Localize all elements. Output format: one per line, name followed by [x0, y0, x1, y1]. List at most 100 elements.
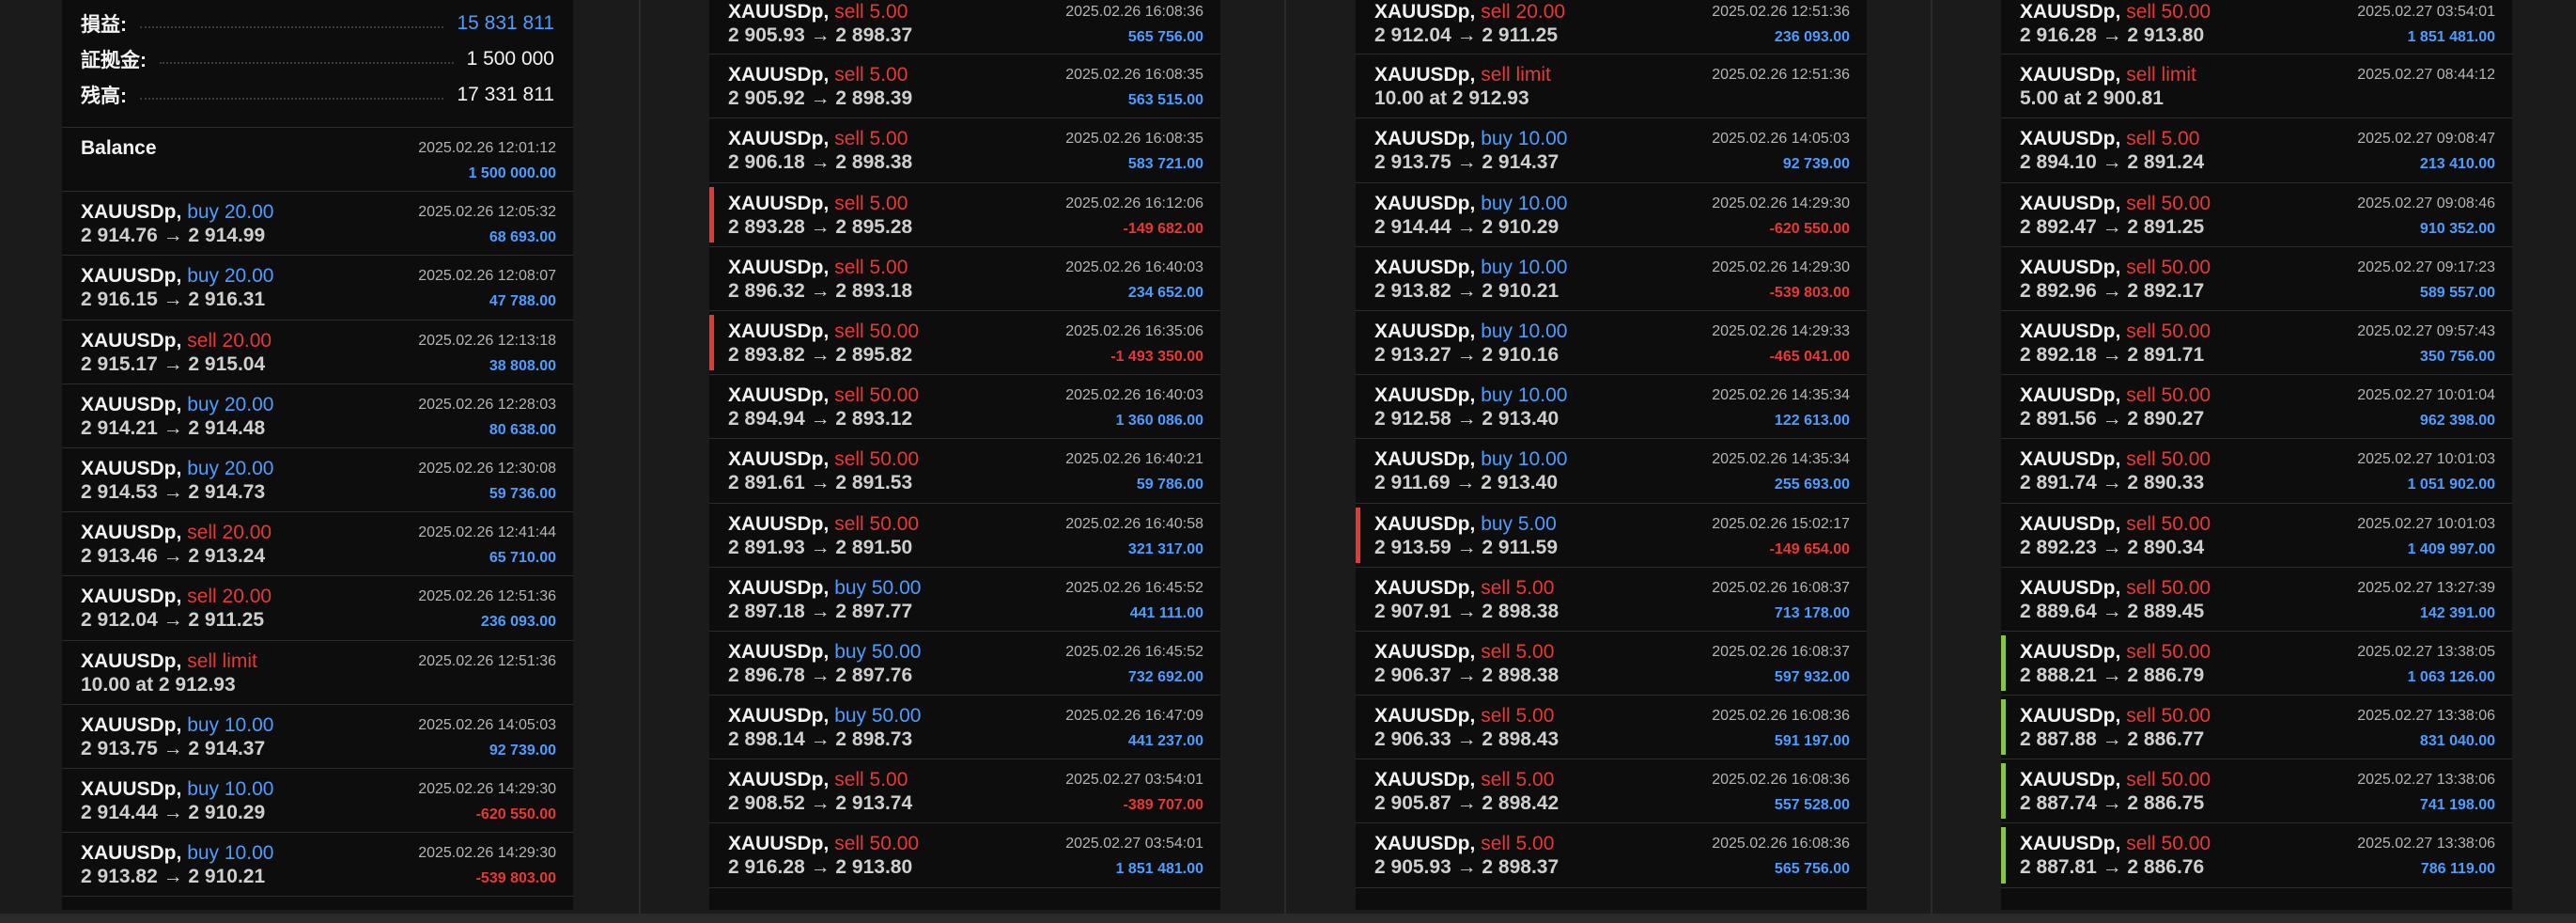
- trade-row[interactable]: XAUUSDp, buy 10.00 2 913.75 → 2 914.37 202…: [1356, 118, 1867, 183]
- trade-profit: 1 063 126.00: [2407, 668, 2495, 685]
- trade-profit: 786 119.00: [2420, 861, 2495, 878]
- trade-price-detail: 2 913.46 → 2 913.24: [81, 545, 266, 568]
- trade-row[interactable]: XAUUSDp, buy 10.00 2 913.27 → 2 910.16 202…: [1356, 311, 1867, 376]
- trade-action: sell 50.00: [2126, 1, 2211, 23]
- trade-row[interactable]: XAUUSDp, sell 50.00 2 887.81 → 2 886.76 20…: [2001, 823, 2512, 888]
- history-panel-2[interactable]: XAUUSDp, sell 5.00 2 905.93 → 2 898.37 202…: [709, 0, 1220, 910]
- trade-row[interactable]: XAUUSDp, buy 10.00 2 913.82 → 2 910.21 202…: [1356, 247, 1867, 311]
- trade-row[interactable]: XAUUSDp, sell 50.00 2 892.23 → 2 890.34 20…: [2001, 504, 2512, 568]
- trade-symbol: XAUUSDp,: [81, 457, 182, 479]
- trade-row[interactable]: XAUUSDp, sell 50.00 2 889.64 → 2 889.45 20…: [2001, 568, 2512, 632]
- trade-price-detail: 2 891.56 → 2 890.27: [2020, 408, 2205, 430]
- trade-row[interactable]: XAUUSDp, sell 50.00 2 891.93 → 2 891.50 20…: [709, 504, 1220, 568]
- trade-price-detail: 2 891.74 → 2 890.33: [2020, 472, 2205, 494]
- trade-row[interactable]: XAUUSDp, buy 10.00 2 912.58 → 2 913.40 202…: [1356, 375, 1867, 440]
- trade-profit: 563 515.00: [1127, 92, 1203, 109]
- trade-row[interactable]: XAUUSDp, sell 5.00 2 906.33 → 2 898.43 202…: [1356, 696, 1867, 760]
- trade-row[interactable]: XAUUSDp, sell 20.00 2 915.17 → 2 915.04 20…: [62, 321, 573, 384]
- trade-row[interactable]: XAUUSDp, sell 50.00 2 893.82 → 2 895.82 20…: [709, 311, 1220, 376]
- trade-row[interactable]: Balance 2025.02.26 12:01:12 1 500 000.00: [62, 128, 573, 193]
- history-panel-4[interactable]: XAUUSDp, sell 50.00 2 916.28 → 2 913.80 20…: [2001, 0, 2512, 910]
- trade-row[interactable]: XAUUSDp, sell 5.00 2 894.10 → 2 891.24 202…: [2001, 118, 2512, 183]
- trade-row[interactable]: XAUUSDp, sell 5.00 2 905.92 → 2 898.39 202…: [709, 55, 1220, 119]
- trade-row[interactable]: XAUUSDp, sell limit 5.00 at 2 900.81 2025.…: [2001, 55, 2512, 119]
- trade-time: 2025.02.27 10:01:03: [2357, 451, 2495, 468]
- trade-symbol: XAUUSDp,: [728, 320, 830, 342]
- trade-row[interactable]: XAUUSDp, sell limit 10.00 at 2 912.93 2025…: [1356, 55, 1867, 119]
- trade-time: 2025.02.26 16:35:06: [1065, 322, 1203, 339]
- trade-time: 2025.02.26 14:29:30: [418, 845, 556, 862]
- trade-row[interactable]: XAUUSDp, sell 20.00 2 912.04 → 2 911.25 20…: [1356, 0, 1867, 55]
- trade-row[interactable]: XAUUSDp, buy 50.00 2 897.18 → 2 897.77 202…: [709, 568, 1220, 632]
- trade-row[interactable]: XAUUSDp, sell 20.00 2 912.04 → 2 911.25 20…: [62, 576, 573, 641]
- trade-action: sell 50.00: [2126, 640, 2211, 663]
- trade-time: 2025.02.26 12:51:36: [1712, 67, 1850, 84]
- trade-price-detail: 10.00 at 2 912.93: [1374, 87, 1529, 110]
- trade-symbol: XAUUSDp,: [1374, 705, 1476, 727]
- history-panel-1[interactable]: 損益: 15 831 811 証拠金: 1 500 000 残高: 17 331…: [62, 0, 573, 910]
- trade-profit: -1 493 350.00: [1110, 348, 1203, 365]
- trade-time: 2025.02.26 12:01:12: [418, 140, 556, 156]
- trade-symbol: XAUUSDp,: [1374, 384, 1476, 407]
- trade-row[interactable]: XAUUSDp, sell 50.00 2 916.28 → 2 913.80 20…: [709, 823, 1220, 888]
- history-panel-3[interactable]: XAUUSDp, sell 20.00 2 912.04 → 2 911.25 20…: [1356, 0, 1867, 910]
- trade-row[interactable]: XAUUSDp, sell 50.00 2 891.61 → 2 891.53 20…: [709, 439, 1220, 504]
- trade-row[interactable]: XAUUSDp, sell 5.00 2 893.28 → 2 895.28 202…: [709, 183, 1220, 247]
- trade-row[interactable]: XAUUSDp, sell 5.00 2 905.93 → 2 898.37 202…: [1356, 823, 1867, 888]
- trade-row[interactable]: XAUUSDp, sell 50.00 2 887.88 → 2 886.77 20…: [2001, 696, 2512, 760]
- trade-row[interactable]: XAUUSDp, sell 50.00 2 891.56 → 2 890.27 20…: [2001, 375, 2512, 440]
- trade-row[interactable]: XAUUSDp, buy 20.00 2 914.76 → 2 914.99 202…: [62, 192, 573, 257]
- trade-row[interactable]: XAUUSDp, sell 50.00 2 916.28 → 2 913.80 20…: [2001, 0, 2512, 55]
- trade-row[interactable]: XAUUSDp, buy 10.00 2 914.44 → 2 910.29 202…: [1356, 183, 1867, 247]
- trade-row[interactable]: XAUUSDp, buy 20.00 2 914.53 → 2 914.73 202…: [62, 448, 573, 513]
- trade-row[interactable]: XAUUSDp, buy 10.00 2 914.44 → 2 910.29 202…: [62, 769, 573, 834]
- trade-profit: 583 721.00: [1127, 156, 1203, 173]
- trade-row[interactable]: XAUUSDp, sell 5.00 2 906.37 → 2 898.38 202…: [1356, 632, 1867, 696]
- trade-row[interactable]: XAUUSDp, buy 5.00 2 913.59 → 2 911.59 2025…: [1356, 504, 1867, 568]
- trade-title: XAUUSDp, sell 20.00: [81, 586, 272, 608]
- trade-time: 2025.02.26 16:47:09: [1065, 708, 1203, 725]
- trade-title: XAUUSDp, sell 5.00: [1374, 769, 1554, 791]
- trade-row[interactable]: XAUUSDp, sell 50.00 2 888.21 → 2 886.79 20…: [2001, 632, 2512, 696]
- trade-time: 2025.02.27 13:38:06: [2357, 708, 2495, 725]
- trade-row[interactable]: XAUUSDp, sell 50.00 2 894.94 → 2 893.12 20…: [709, 375, 1220, 440]
- trade-row[interactable]: XAUUSDp, buy 50.00 2 898.14 → 2 898.73 202…: [709, 696, 1220, 760]
- trade-title: XAUUSDp, sell 20.00: [1374, 1, 1565, 23]
- trade-row[interactable]: XAUUSDp, buy 10.00 2 913.82 → 2 910.21 202…: [62, 833, 573, 898]
- trade-price-detail: 2 892.18 → 2 891.71: [2020, 343, 2205, 366]
- trade-row[interactable]: XAUUSDp, sell 50.00 2 892.18 → 2 891.71 20…: [2001, 311, 2512, 376]
- trade-row[interactable]: XAUUSDp, sell 5.00 2 905.93 → 2 898.37 202…: [709, 0, 1220, 55]
- trade-symbol: XAUUSDp,: [2020, 1, 2121, 23]
- trade-row[interactable]: XAUUSDp, buy 20.00 2 916.15 → 2 916.31 202…: [62, 256, 573, 321]
- trade-history-screen: 損益: 15 831 811 証拠金: 1 500 000 残高: 17 331…: [0, 0, 2576, 923]
- trade-row[interactable]: XAUUSDp, sell 50.00 2 892.96 → 2 892.17 20…: [2001, 247, 2512, 311]
- trade-row[interactable]: XAUUSDp, sell 5.00 2 906.18 → 2 898.38 202…: [709, 118, 1220, 183]
- trade-row[interactable]: XAUUSDp, sell 5.00 2 908.52 → 2 913.74 202…: [709, 759, 1220, 824]
- trade-action: sell 50.00: [2126, 769, 2211, 791]
- trade-row[interactable]: XAUUSDp, sell 5.00 2 907.91 → 2 898.38 202…: [1356, 568, 1867, 632]
- trade-action: buy 10.00: [1481, 448, 1568, 471]
- trade-row[interactable]: XAUUSDp, sell 50.00 2 887.74 → 2 886.75 20…: [2001, 759, 2512, 824]
- trade-action: sell 5.00: [2126, 128, 2200, 150]
- trade-symbol: XAUUSDp,: [1374, 256, 1476, 278]
- trade-row[interactable]: XAUUSDp, buy 50.00 2 896.78 → 2 897.76 202…: [709, 632, 1220, 696]
- trade-row[interactable]: XAUUSDp, buy 20.00 2 914.21 → 2 914.48 202…: [62, 384, 573, 448]
- trade-time: 2025.02.27 08:44:12: [2357, 67, 2495, 84]
- trade-row[interactable]: XAUUSDp, sell 50.00 2 892.47 → 2 891.25 20…: [2001, 183, 2512, 247]
- trade-row[interactable]: XAUUSDp, sell 5.00 2 896.32 → 2 893.18 202…: [709, 247, 1220, 311]
- trade-price-detail: 2 888.21 → 2 886.79: [2020, 664, 2205, 686]
- trade-time: 2025.02.27 13:38:06: [2357, 772, 2495, 789]
- trade-symbol: XAUUSDp,: [81, 649, 182, 672]
- trade-row[interactable]: XAUUSDp, buy 10.00 2 913.75 → 2 914.37 202…: [62, 705, 573, 769]
- trade-row[interactable]: XAUUSDp, sell limit 10.00 at 2 912.93 2025…: [62, 641, 573, 705]
- trade-row[interactable]: XAUUSDp, sell 20.00 2 913.46 → 2 913.24 20…: [62, 512, 573, 577]
- trade-price-detail: 2 906.33 → 2 898.43: [1374, 728, 1560, 751]
- trade-row[interactable]: XAUUSDp, buy 10.00 2 911.69 → 2 913.40 202…: [1356, 439, 1867, 504]
- trade-row[interactable]: XAUUSDp, sell 5.00 2 905.87 → 2 898.42 202…: [1356, 759, 1867, 824]
- trade-row[interactable]: XAUUSDp, sell 50.00 2 891.74 → 2 890.33 20…: [2001, 439, 2512, 504]
- trade-symbol: XAUUSDp,: [728, 1, 830, 23]
- bottom-bar: [0, 914, 2576, 923]
- trade-time: 2025.02.26 14:35:34: [1712, 387, 1850, 404]
- trade-action: sell 50.00: [834, 320, 920, 342]
- trade-profit: -539 803.00: [1769, 284, 1850, 301]
